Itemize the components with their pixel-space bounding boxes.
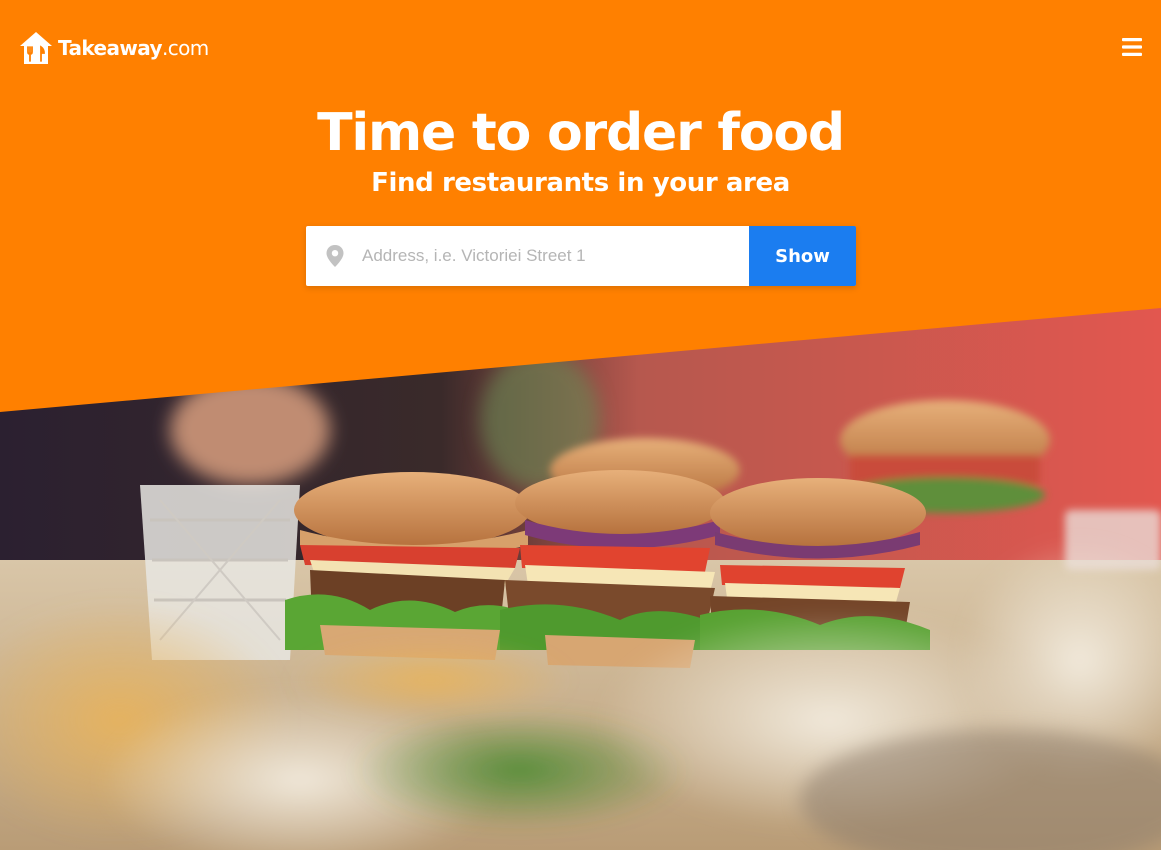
logo-domain-suffix: .com xyxy=(161,36,209,60)
hero-title: Time to order food xyxy=(317,103,845,163)
hamburger-menu-button[interactable] xyxy=(1121,36,1143,58)
hero-subtitle: Find restaurants in your area xyxy=(371,168,790,198)
logo-wordmark: Takeaway xyxy=(58,36,163,60)
house-cutlery-icon xyxy=(20,32,52,64)
address-search-input[interactable] xyxy=(360,235,739,277)
landing-page: Takeaway .com Time to order food Find res… xyxy=(0,0,1161,850)
hamburger-menu-icon xyxy=(1122,38,1142,56)
show-button[interactable]: Show xyxy=(749,226,856,286)
takeaway-logo[interactable]: Takeaway .com xyxy=(18,29,209,67)
map-pin-icon xyxy=(326,245,344,267)
address-field-container xyxy=(306,226,749,286)
address-search-form: Show xyxy=(306,226,856,286)
